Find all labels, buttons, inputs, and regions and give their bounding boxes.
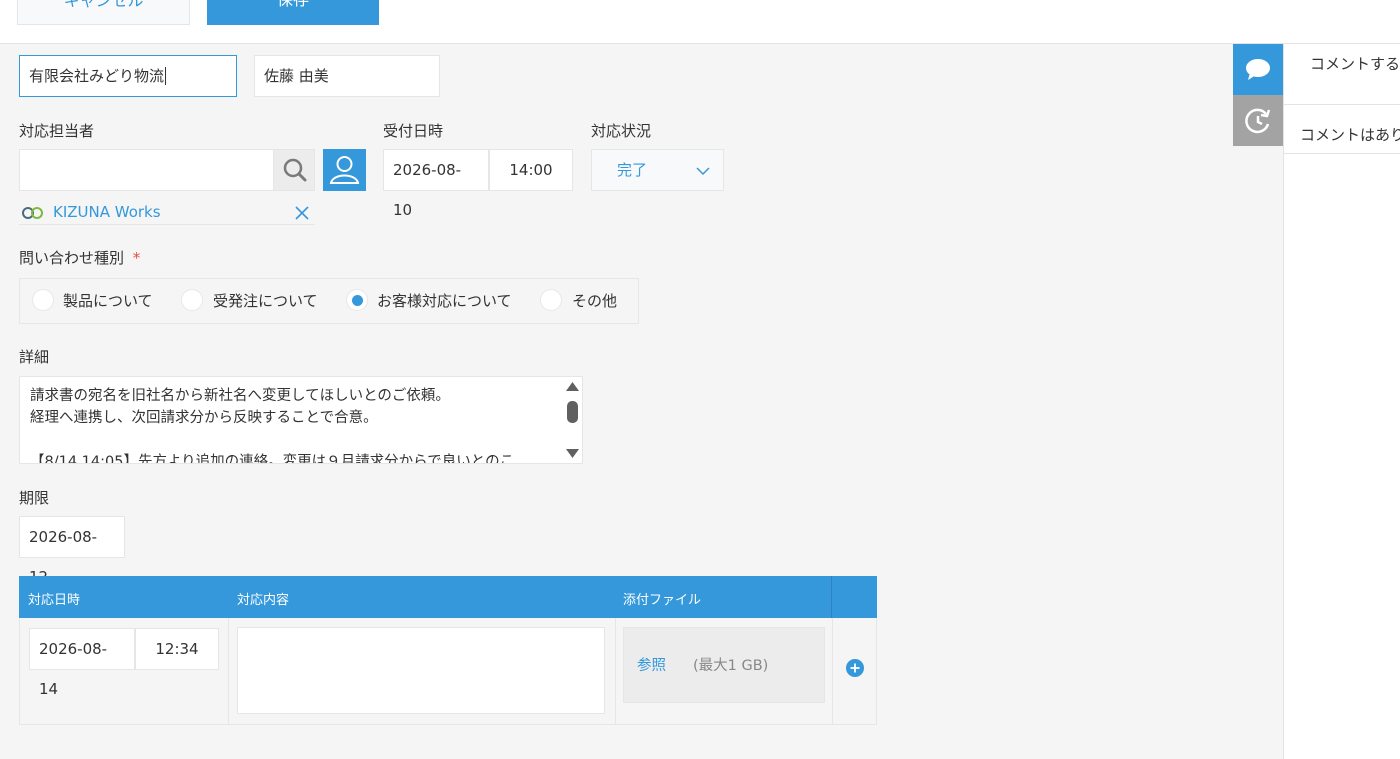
table-col-divider-3	[832, 618, 833, 725]
required-mark: *	[132, 249, 141, 267]
table-header-content: 対応内容	[237, 593, 290, 608]
user-icon	[329, 156, 360, 184]
table-header-divider	[831, 576, 832, 618]
assignee-picker-button[interactable]	[323, 149, 366, 191]
assignee-label: 対応担当者	[19, 122, 95, 140]
detail-textarea[interactable]: 請求書の宛名を旧社名から新社名へ変更してほしいとのご依頼。 経理へ連携し、次回請…	[19, 376, 583, 464]
deadline-field[interactable]: 2026-08-12	[19, 516, 125, 586]
radio-other-label[interactable]: その他	[572, 290, 617, 311]
detail-label: 詳細	[19, 348, 50, 366]
company-field[interactable]: 有限会社みどり物流	[19, 55, 237, 97]
assignee-chip: KIZUNA Works	[19, 200, 315, 225]
row-date-field[interactable]: 2026-08-14	[29, 628, 135, 698]
chevron-down-icon	[696, 167, 710, 176]
table-col-divider-1	[228, 618, 229, 725]
attachment-dropzone[interactable]: 参照 (最大1 GB)	[623, 627, 825, 703]
status-label: 対応状況	[591, 122, 652, 140]
received-date-field[interactable]: 2026-08-10	[383, 149, 489, 219]
row-time-field[interactable]: 12:34	[135, 628, 219, 670]
inquiry-type-label: 問い合わせ種別 *	[19, 247, 140, 268]
status-dropdown[interactable]: 完了	[591, 149, 724, 191]
comment-panel-divider	[1284, 104, 1400, 105]
deadline-label: 期限	[19, 489, 50, 507]
comment-icon	[1246, 59, 1270, 80]
history-icon	[1245, 108, 1271, 134]
radio-other[interactable]	[540, 289, 562, 311]
add-icon[interactable]	[845, 658, 865, 678]
detail-scrollbar[interactable]	[563, 377, 582, 463]
search-icon	[283, 158, 307, 182]
inquiry-type-radio-group: 製品について 受発注について お客様対応について その他	[19, 278, 639, 324]
close-icon[interactable]	[295, 206, 309, 220]
contact-person-value: 佐藤 由美	[264, 67, 329, 85]
contact-person-field[interactable]: 佐藤 由美	[254, 55, 440, 97]
max-size-label: (最大1 GB)	[693, 658, 769, 674]
table-row: 2026-08-14 12:34 参照 (最大1 GB)	[19, 618, 877, 725]
scrollbar-graphic	[566, 382, 579, 458]
browse-link[interactable]: 参照	[637, 654, 666, 675]
status-value: 完了	[617, 161, 648, 179]
radio-customer-service-label[interactable]: お客様対応について	[377, 290, 512, 311]
radio-ordering-label[interactable]: 受発注について	[213, 290, 318, 311]
assignee-search-button[interactable]	[273, 149, 315, 191]
radio-product-label[interactable]: 製品について	[63, 290, 153, 311]
toolbar: キャンセル 保存	[0, 0, 1400, 44]
comment-panel: コメントする コメントはあり	[1283, 44, 1400, 759]
assignee-chip-label[interactable]: KIZUNA Works	[53, 203, 161, 221]
radio-customer-service[interactable]	[346, 289, 368, 311]
save-button[interactable]: 保存	[207, 0, 379, 25]
link-icon	[22, 207, 43, 219]
no-comments-text: コメントはあり	[1300, 126, 1400, 144]
history-tab[interactable]	[1233, 95, 1283, 146]
radio-ordering[interactable]	[181, 289, 203, 311]
cancel-button[interactable]: キャンセル	[17, 0, 190, 25]
row-content-textarea[interactable]	[237, 627, 605, 714]
comment-prompt[interactable]: コメントする	[1310, 53, 1400, 74]
comment-panel-divider-2	[1284, 153, 1400, 154]
assignee-input[interactable]	[19, 149, 274, 191]
response-table-header: 対応日時 対応内容 添付ファイル	[19, 576, 877, 618]
table-header-date: 対応日時	[28, 593, 81, 608]
received-time-field[interactable]: 14:00	[489, 149, 573, 191]
table-col-divider-2	[615, 618, 616, 725]
received-label: 受付日時	[383, 122, 444, 140]
company-value: 有限会社みどり物流	[29, 67, 165, 85]
comment-tab[interactable]	[1233, 44, 1283, 95]
radio-product[interactable]	[32, 289, 54, 311]
table-header-attachment: 添付ファイル	[623, 593, 702, 608]
inquiry-type-label-text: 問い合わせ種別	[19, 249, 125, 267]
